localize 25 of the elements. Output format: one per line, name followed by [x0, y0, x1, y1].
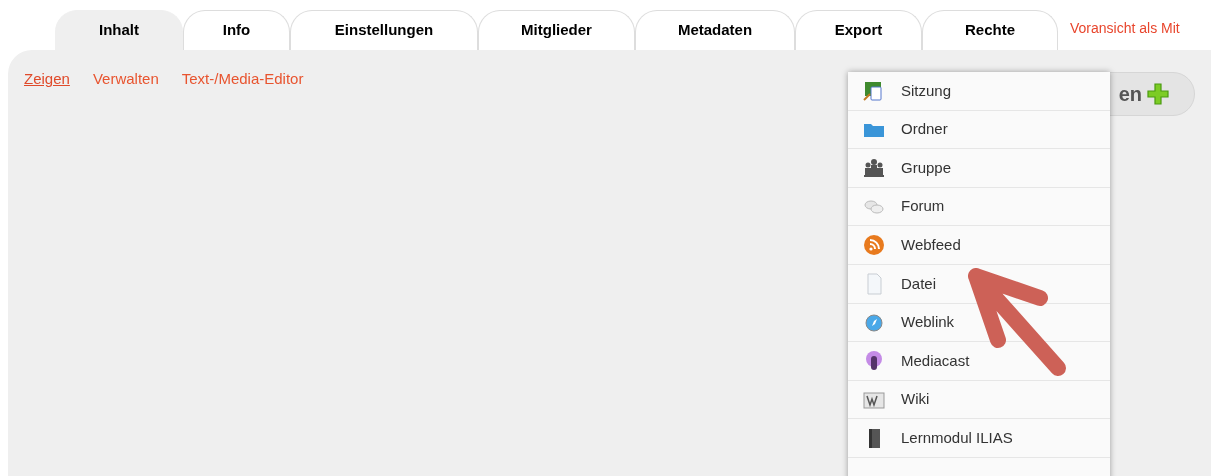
calendar-icon [863, 79, 885, 102]
menu-item[interactable]: Gruppe [848, 149, 1110, 188]
menu-item[interactable]: Sitzung [848, 72, 1110, 111]
tab[interactable]: Metadaten [635, 10, 795, 50]
menu-item[interactable]: Mediacast [848, 342, 1110, 381]
tab[interactable]: Info [183, 10, 290, 50]
menu-item[interactable]: Lernmodul ILIAS [848, 419, 1110, 458]
menu-item[interactable]: Datei [848, 264, 1110, 304]
menu-item[interactable]: Ordner [848, 110, 1110, 150]
tab[interactable]: Einstellungen [290, 10, 478, 50]
menu-item[interactable]: Webfeed [848, 226, 1110, 265]
tab[interactable]: Mitglieder [478, 10, 635, 50]
compass-icon [863, 311, 885, 334]
plus-icon [1146, 82, 1170, 106]
menu-item[interactable]: Wiki [848, 380, 1110, 420]
menu-item[interactable]: Forum [848, 187, 1110, 227]
people-icon [863, 157, 885, 179]
microphone-icon [863, 349, 885, 372]
rss-icon [863, 234, 885, 257]
menu-item[interactable]: Weblink [848, 303, 1110, 343]
tab[interactable]: Inhalt [55, 10, 183, 50]
preview-link[interactable]: Voransicht als Mit [1058, 18, 1180, 50]
subtab-link[interactable]: Zeigen [24, 68, 70, 91]
tab[interactable]: Rechte [922, 10, 1058, 50]
tab[interactable]: Export [795, 10, 922, 50]
